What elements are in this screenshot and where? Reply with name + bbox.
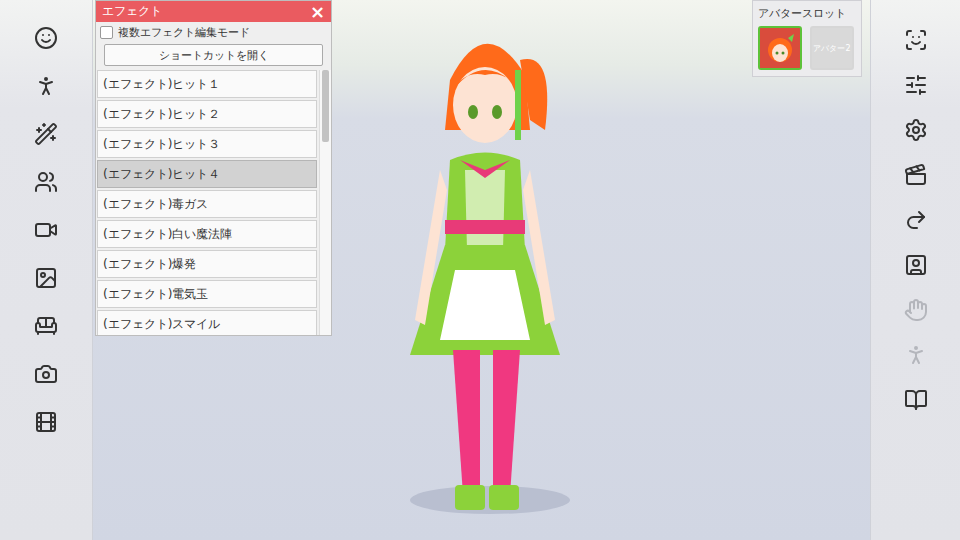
gear-icon [904,118,928,142]
panel-title: エフェクト [102,3,162,20]
movie-icon [34,410,58,434]
group-icon [34,170,58,194]
effect-list: (エフェクト)ヒット１(エフェクト)ヒット２(エフェクト)ヒット３(エフェクト)… [96,70,317,335]
toolbar-button[interactable] [900,69,932,101]
portrait-icon [904,253,928,277]
avatar-slot-panel: アバタースロットアバター2 [752,0,862,77]
effect-item[interactable]: (エフェクト)ヒット３ [97,130,317,158]
avatar-thumbnail-icon [760,28,800,68]
video-camera-icon [904,163,928,187]
app-window: エフェクト×複数エフェクト編集モードショートカットを開く(エフェクト)ヒット１(… [0,0,960,540]
toolbar-button[interactable] [30,262,62,294]
effect-item[interactable]: (エフェクト)毒ガス [97,190,317,218]
effect-item[interactable]: (エフェクト)スマイル [97,310,317,335]
left-toolbar [0,0,93,540]
effect-item[interactable]: (エフェクト)ヒット１ [97,70,317,98]
avatar-slot[interactable]: アバター2 [810,26,854,70]
checkbox-box[interactable] [100,26,113,39]
panel-header: エフェクト × [96,1,331,22]
multi-edit-checkbox[interactable]: 複数エフェクト編集モード [96,22,331,43]
avatar-3d-view[interactable] [355,20,615,535]
effect-item[interactable]: (エフェクト)白い魔法陣 [97,220,317,248]
stage: エフェクト×複数エフェクト編集モードショートカットを開く(エフェクト)ヒット１(… [93,0,870,540]
scrollbar[interactable] [319,70,331,335]
toolbar-button[interactable] [900,24,932,56]
avatar-slot[interactable] [758,26,802,70]
toolbar-button[interactable] [900,159,932,191]
toolbar-button[interactable] [30,406,62,438]
shortcut-button[interactable]: ショートカットを開く [104,44,323,66]
effect-item[interactable]: (エフェクト)電気玉 [97,280,317,308]
redo-icon [904,208,928,232]
motion-icon [904,343,928,367]
toolbar-button[interactable] [900,114,932,146]
wand-icon [34,122,58,146]
toolbar-button[interactable] [30,214,62,246]
effect-item[interactable]: (エフェクト)爆発 [97,250,317,278]
face-icon [34,26,58,50]
toolbar-button[interactable] [30,310,62,342]
camera-icon [34,362,58,386]
toolbar-button[interactable] [900,204,932,236]
pose-icon [34,74,58,98]
effect-item[interactable]: (エフェクト)ヒット４ [97,160,317,188]
effect-item[interactable]: (エフェクト)ヒット２ [97,100,317,128]
close-button[interactable]: × [310,3,325,21]
hand-icon [904,298,928,322]
avatar-slot-title: アバタースロット [758,6,856,21]
book-icon [904,388,928,412]
toolbar-button[interactable] [30,166,62,198]
toolbar-button[interactable] [900,339,932,371]
right-toolbar [870,0,960,540]
effect-list-area: (エフェクト)ヒット１(エフェクト)ヒット２(エフェクト)ヒット３(エフェクト)… [96,70,331,335]
toolbar-button[interactable] [900,294,932,326]
face-tracking-icon [904,28,928,52]
stage-camera-icon [34,218,58,242]
toolbar-button[interactable] [900,249,932,281]
toolbar-button[interactable] [30,358,62,390]
toolbar-button[interactable] [900,384,932,416]
sliders-icon [904,73,928,97]
scrollbar-thumb[interactable] [322,70,329,142]
toolbar-button[interactable] [30,22,62,54]
toolbar-button[interactable] [30,70,62,102]
image-icon [34,266,58,290]
sofa-icon [34,314,58,338]
effect-panel: エフェクト×複数エフェクト編集モードショートカットを開く(エフェクト)ヒット１(… [95,0,332,336]
toolbar-button[interactable] [30,118,62,150]
